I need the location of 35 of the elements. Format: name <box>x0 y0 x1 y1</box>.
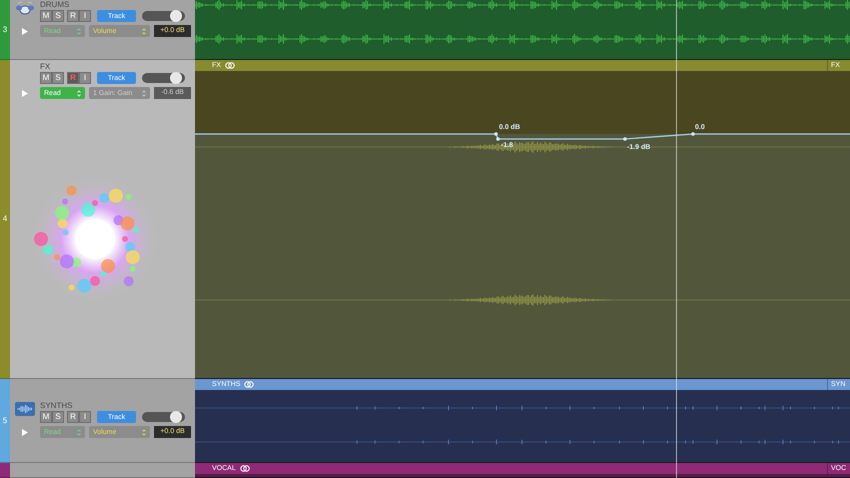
waveform-icon <box>15 402 35 416</box>
volume-slider[interactable] <box>142 73 185 83</box>
updown-icon <box>77 90 81 96</box>
track-number: 4 <box>2 213 8 225</box>
track-toggle[interactable]: R <box>67 72 79 84</box>
track-toggle[interactable]: I <box>79 10 91 22</box>
volume-slider[interactable] <box>142 11 185 21</box>
drum-kit-icon <box>15 1 35 15</box>
track-toggle[interactable]: S <box>52 411 64 423</box>
track-number: 5 <box>2 414 8 426</box>
loop-icon <box>240 465 250 472</box>
slider-thumb[interactable] <box>170 10 182 22</box>
updown-icon <box>77 428 81 436</box>
slider-thumb[interactable] <box>170 411 182 423</box>
updown-icon <box>142 90 146 96</box>
loop-icon <box>224 62 235 69</box>
track-name: FX <box>40 62 52 71</box>
updown-icon <box>142 28 146 34</box>
track-toggle[interactable]: M <box>40 411 52 423</box>
volume-slider[interactable] <box>142 412 185 422</box>
track-toggle[interactable]: M <box>40 72 52 84</box>
loop-icon <box>244 381 254 388</box>
track-toggle[interactable]: S <box>52 10 64 22</box>
track-toggle[interactable]: I <box>79 411 91 423</box>
track-toggle[interactable]: S <box>52 72 64 84</box>
slider-thumb[interactable] <box>170 72 182 84</box>
updown-icon <box>77 28 81 34</box>
track-toggle[interactable]: R <box>67 411 79 423</box>
track-number: 3 <box>2 24 8 36</box>
updown-icon <box>142 428 146 436</box>
track-name: SYNTHS <box>40 401 74 410</box>
track-toggle[interactable]: I <box>79 72 91 84</box>
track-toggle[interactable]: M <box>40 10 52 22</box>
track-name: DRUMS <box>40 0 70 9</box>
track-toggle[interactable]: R <box>67 10 79 22</box>
